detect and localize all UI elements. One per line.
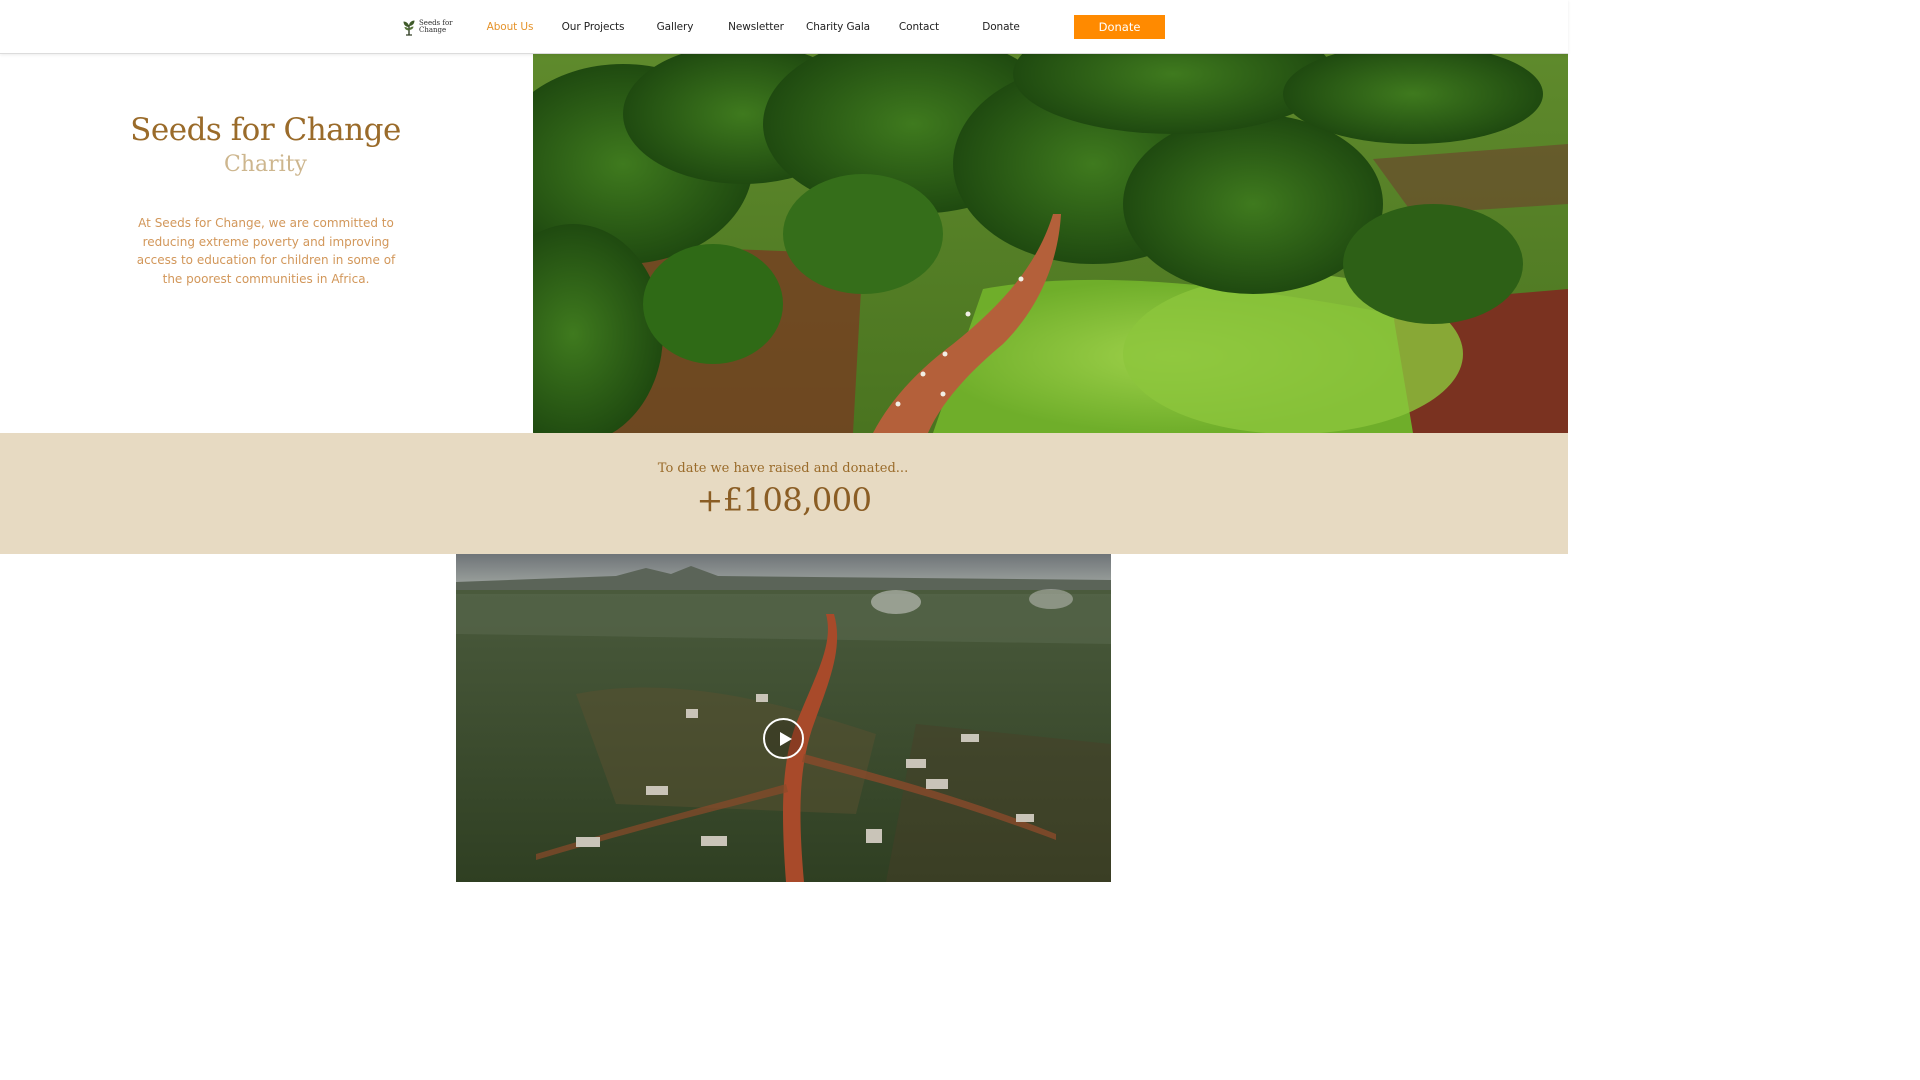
logo-line-2: Change [419,26,447,34]
donate-button[interactable]: Donate [1074,15,1165,39]
video-player[interactable] [456,554,1111,882]
site-header: Seeds for Change About Us Our Projects G… [0,0,1568,54]
nav-newsletter[interactable]: Newsletter [722,19,790,35]
nav-gallery[interactable]: Gallery [648,19,702,35]
donations-total: +£108,000 [696,481,873,519]
nav-our-projects[interactable]: Our Projects [556,19,630,35]
hero-title: Seeds for Change [130,112,401,148]
nav-donate[interactable]: Donate [975,19,1027,35]
nav-about-us[interactable]: About Us [481,19,539,35]
hero-text-panel: Seeds for Change Charity At Seeds for Ch… [0,54,533,433]
nav-contact[interactable]: Contact [893,19,945,35]
hero-subtitle: Charity [224,152,307,177]
site-logo[interactable]: Seeds for Change [402,16,454,38]
play-icon[interactable] [763,718,804,759]
hero-description: At Seeds for Change, we are committed to… [136,216,396,286]
aerial-forest-road-image [533,54,1568,433]
nav-charity-gala[interactable]: Charity Gala [802,19,874,35]
donations-banner: To date we have raised and donated... +£… [0,433,1568,554]
donations-label: To date we have raised and donated... [657,461,909,476]
sprout-icon [403,20,415,36]
hero-image [533,54,1568,433]
logo-text: Seeds for Change [419,19,453,35]
